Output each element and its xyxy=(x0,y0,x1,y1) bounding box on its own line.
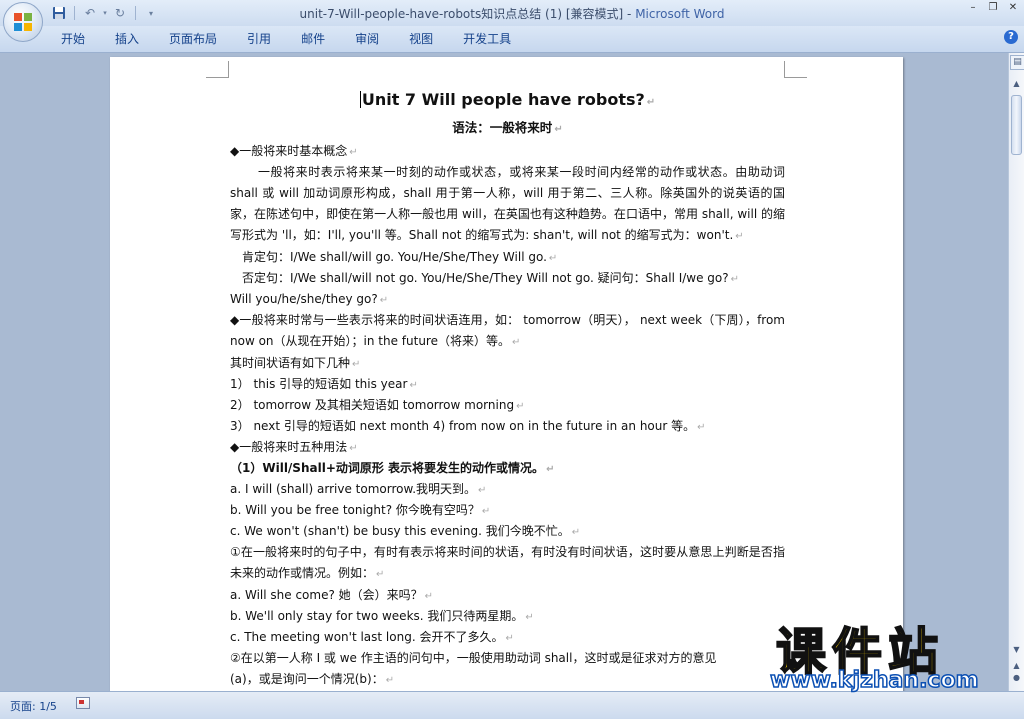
paragraph: ◆一般将来时五种用法 ↵ xyxy=(230,440,358,454)
paragraph: 1） this 引导的短语如 this year ↵ xyxy=(230,377,418,391)
paragraph: ①在一般将来时的句子中，有时有表示将来时间的状语，有时没有时间状语，这时要从意思… xyxy=(230,545,785,580)
tab-home[interactable]: 开始 xyxy=(46,30,100,48)
tab-page-layout[interactable]: 页面布局 xyxy=(154,30,232,48)
document-workspace: Unit 7 Will people have robots? ↵ 语法：一般将来… xyxy=(0,53,1008,691)
document-subtitle: 语法：一般将来时 ↵ xyxy=(452,120,563,135)
tab-developer[interactable]: 开发工具 xyxy=(448,30,526,48)
document-name: unit-7-Will-people-have-robots知识点总结 (1) … xyxy=(299,7,636,21)
paragraph: c. The meeting won't last long. 会开不了多久。 ↵ xyxy=(230,630,514,644)
app-name: Microsoft Word xyxy=(635,7,725,21)
tab-references[interactable]: 引用 xyxy=(232,30,286,48)
ribbon-tab-bar: 开始 插入 页面布局 引用 邮件 审阅 视图 开发工具 ? xyxy=(0,26,1024,53)
restore-button[interactable]: ❐ xyxy=(986,2,1000,13)
paragraph: 肯定句：I/We shall/will go. You/He/She/They … xyxy=(242,250,558,264)
paragraph: 2） tomorrow 及其相关短语如 tomorrow morning ↵ xyxy=(230,398,525,412)
paragraph: 其时间状语有如下几种 ↵ xyxy=(230,356,361,370)
scroll-down-icon[interactable]: ▼ xyxy=(1010,643,1023,656)
paragraph: a. Will she come? 她（会）来吗？ ↵ xyxy=(230,588,434,602)
margin-mark-right xyxy=(784,61,807,78)
view-ruler-icon[interactable]: ▤ xyxy=(1010,55,1024,70)
paragraph: a. I will (shall) arrive tomorrow.我明天到。 ↵ xyxy=(230,482,487,496)
macro-record-icon[interactable] xyxy=(76,697,90,709)
document-body: Unit 7 Will people have robots? ↵ 语法：一般将来… xyxy=(230,85,785,690)
paragraph: ②在以第一人称 I 或 we 作主语的问句中，一般使用助动词 shall，这时或… xyxy=(230,651,717,665)
title-bar: ↶ ▾ ↻ ▾ unit-7-Will-people-have-robots知识… xyxy=(0,0,1024,26)
paragraph: ◆一般将来时基本概念 ↵ xyxy=(230,144,358,158)
margin-mark-left xyxy=(206,61,229,78)
paragraph: b. Will you be free tonight? 你今晚有空吗？ ↵ xyxy=(230,503,491,517)
paragraph: 3） next 引导的短语如 next month 4) from now on… xyxy=(230,419,706,433)
window-title: unit-7-Will-people-have-robots知识点总结 (1) … xyxy=(0,5,1024,22)
scroll-thumb[interactable] xyxy=(1011,95,1022,155)
close-button[interactable]: ✕ xyxy=(1006,2,1020,13)
office-logo-icon xyxy=(14,13,32,31)
text-cursor xyxy=(359,91,361,108)
minimize-button[interactable]: – xyxy=(966,2,980,13)
paragraph: （1）Will/Shall+动词原形 表示将要发生的动作或情况。 ↵ xyxy=(230,461,555,475)
scroll-up-icon[interactable]: ▲ xyxy=(1010,77,1023,90)
paragraph: b. We'll only stay for two weeks. 我们只待两星… xyxy=(230,609,534,623)
window-controls: – ❐ ✕ xyxy=(966,2,1020,13)
status-bar: 页面: 1/5 xyxy=(0,691,1024,719)
paragraph: (a)，或是询问一个情况(b)： ↵ xyxy=(230,672,395,686)
help-icon[interactable]: ? xyxy=(1004,30,1018,44)
page-count[interactable]: 页面: 1/5 xyxy=(10,698,57,714)
document-page[interactable]: Unit 7 Will people have robots? ↵ 语法：一般将来… xyxy=(110,57,903,691)
tab-mailings[interactable]: 邮件 xyxy=(286,30,340,48)
document-title: Unit 7 Will people have robots? ↵ xyxy=(359,90,656,109)
office-button[interactable] xyxy=(3,2,43,42)
tab-view[interactable]: 视图 xyxy=(394,30,448,48)
tab-review[interactable]: 审阅 xyxy=(340,30,394,48)
paragraph: 否定句：I/We shall/will not go. You/He/She/T… xyxy=(242,271,740,285)
vertical-scrollbar[interactable]: ▤ ▲ ▼ ▲ ● xyxy=(1008,53,1024,691)
select-browse-object-icon[interactable]: ● xyxy=(1010,671,1023,684)
tab-insert[interactable]: 插入 xyxy=(100,30,154,48)
paragraph: c. We won't (shan't) be busy this evenin… xyxy=(230,524,581,538)
paragraph: 一般将来时表示将来某一时刻的动作或状态，或将来某一段时间内经常的动作或状态。由助… xyxy=(230,165,785,242)
paragraph: ◆一般将来时常与一些表示将来的时间状语连用，如： tomorrow（明天）， n… xyxy=(230,313,785,348)
paragraph: Will you/he/she/they go? ↵ xyxy=(230,292,389,306)
